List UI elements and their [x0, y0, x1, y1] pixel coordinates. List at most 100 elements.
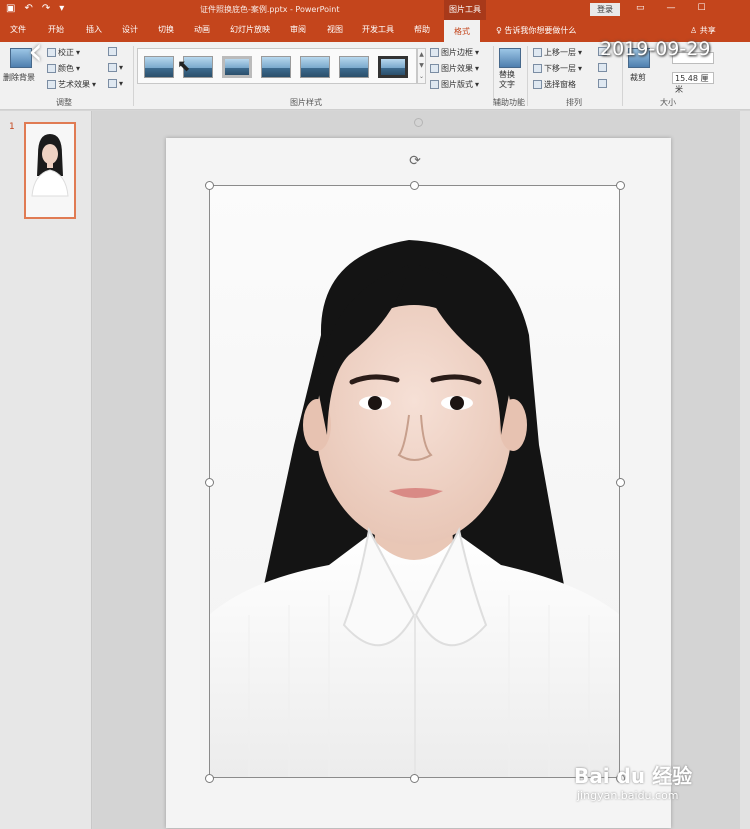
- resize-handle[interactable]: [205, 181, 214, 190]
- styles-group-label: 图片样式: [290, 98, 322, 107]
- style-thumb[interactable]: [261, 56, 291, 78]
- style-thumb[interactable]: [339, 56, 369, 78]
- tab-format[interactable]: 格式: [444, 20, 480, 42]
- tell-me-search[interactable]: ♀ 告诉我你想要做什么: [496, 25, 576, 36]
- style-thumb[interactable]: [144, 56, 174, 78]
- adjust-group-label: 调整: [56, 98, 72, 107]
- quick-access-toolbar: ▣ ↶ ↷ ▾: [6, 3, 64, 14]
- ribbon-display-icon[interactable]: ▭: [636, 3, 645, 13]
- undo-icon[interactable]: ↶: [24, 3, 32, 14]
- resize-handle[interactable]: [410, 774, 419, 783]
- send-backward-button[interactable]: 下移一层 ▾: [533, 63, 582, 74]
- gallery-scroll[interactable]: ▲ ▼ ⌄: [417, 48, 426, 84]
- slide-number: 1: [9, 122, 15, 132]
- rotate-glyph-icon: [598, 79, 607, 88]
- layout-icon: [430, 80, 439, 89]
- rotate-icon[interactable]: [598, 79, 607, 88]
- accessibility-group-label: 辅助功能: [493, 98, 525, 107]
- style-thumb[interactable]: [222, 56, 252, 78]
- selection-frame: [209, 185, 620, 778]
- separator: [133, 46, 134, 106]
- picture-effects-label: 图片效果: [441, 64, 473, 73]
- color-label: 颜色: [58, 64, 74, 73]
- tab-view[interactable]: 视图: [327, 24, 343, 35]
- corrections-label: 校正: [58, 48, 74, 57]
- tab-slideshow[interactable]: 幻灯片放映: [230, 24, 270, 35]
- corrections-button[interactable]: 校正 ▾: [47, 47, 80, 58]
- tab-animations[interactable]: 动画: [194, 24, 210, 35]
- size-group-label: 大小: [660, 98, 676, 107]
- artistic-label: 艺术效果: [58, 80, 90, 89]
- redo-icon[interactable]: ↷: [42, 3, 50, 14]
- tab-design[interactable]: 设计: [122, 24, 138, 35]
- crop-button[interactable]: 裁剪: [630, 72, 646, 83]
- watermark-sub: jingyan.baidu.com: [577, 789, 679, 802]
- picture-border-label: 图片边框: [441, 48, 473, 57]
- picture-layout-label: 图片版式: [441, 80, 473, 89]
- group-glyph-icon: [598, 63, 607, 72]
- slide-thumbnail[interactable]: [24, 122, 76, 219]
- remove-background-button[interactable]: 删除背景: [3, 72, 35, 83]
- style-thumb[interactable]: [378, 56, 408, 78]
- baidu-watermark: Bai du 经验 jingyan.baidu.com: [574, 760, 692, 802]
- rotate-handle-icon[interactable]: ⟳: [407, 153, 423, 169]
- tab-help[interactable]: 帮助: [414, 24, 430, 35]
- separator: [527, 46, 528, 106]
- bring-forward-button[interactable]: 上移一层 ▾: [533, 47, 582, 58]
- vertical-scrollbar[interactable]: [740, 111, 750, 829]
- share-button[interactable]: ♙ 共享: [690, 25, 716, 36]
- bring-forward-label: 上移一层: [544, 48, 576, 57]
- selection-pane-icon: [533, 80, 542, 89]
- selection-pane-label: 选择窗格: [544, 80, 576, 89]
- save-icon[interactable]: ▣: [6, 3, 15, 14]
- video-timestamp: 2019-09-29: [600, 38, 711, 60]
- title-bar: ▣ ↶ ↷ ▾ 证件照换底色-案例.pptx - PowerPoint 图片工具…: [0, 0, 750, 20]
- resize-handle[interactable]: [410, 181, 419, 190]
- tab-file[interactable]: 文件: [10, 24, 26, 35]
- change-picture-icon[interactable]: ▾: [108, 63, 123, 72]
- compress-icon[interactable]: [108, 47, 117, 56]
- border-icon: [430, 48, 439, 57]
- resize-handle[interactable]: [205, 774, 214, 783]
- reset-picture-icon[interactable]: ▾: [108, 79, 123, 88]
- slide-thumbnail-pane: 1: [0, 111, 92, 829]
- send-backward-label: 下移一层: [544, 64, 576, 73]
- picture-border-button[interactable]: 图片边框 ▾: [430, 47, 479, 58]
- arrange-group-label: 排列: [566, 98, 582, 107]
- effects-icon: [430, 64, 439, 73]
- color-button[interactable]: 颜色 ▾: [47, 63, 80, 74]
- picture-tools-label: 图片工具: [444, 0, 486, 20]
- send-backward-icon: [533, 64, 542, 73]
- group-icon[interactable]: [598, 63, 607, 72]
- mouse-cursor-icon: ⬉: [177, 56, 191, 75]
- maximize-icon[interactable]: ☐: [698, 3, 706, 13]
- share-label: 共享: [699, 26, 716, 35]
- customize-icon[interactable]: ▾: [59, 3, 64, 14]
- resize-handle[interactable]: [616, 478, 625, 487]
- watermark-main: Bai du 经验: [574, 764, 693, 788]
- bring-forward-icon: [533, 48, 542, 57]
- tab-transitions[interactable]: 切换: [158, 24, 174, 35]
- alt-text-icon[interactable]: [499, 48, 521, 68]
- minimize-icon[interactable]: —: [667, 3, 676, 13]
- resize-handle[interactable]: [205, 478, 214, 487]
- reset-glyph-icon: [108, 79, 117, 88]
- back-chevron-icon[interactable]: ‹: [28, 32, 50, 70]
- artistic-effects-button[interactable]: 艺术效果 ▾: [47, 79, 96, 90]
- style-thumb[interactable]: [300, 56, 330, 78]
- alt-text-button[interactable]: 替换文字: [499, 70, 521, 90]
- picture-layout-button[interactable]: 图片版式 ▾: [430, 79, 479, 90]
- tab-review[interactable]: 审阅: [290, 24, 306, 35]
- tab-home[interactable]: 开始: [48, 24, 64, 35]
- selection-pane-button[interactable]: 选择窗格: [533, 79, 576, 90]
- tab-developer[interactable]: 开发工具: [362, 24, 394, 35]
- login-button[interactable]: 登录: [590, 3, 620, 16]
- tab-insert[interactable]: 插入: [86, 24, 102, 35]
- slide-top-marker: [414, 118, 423, 127]
- width-input[interactable]: 15.48 厘米: [672, 72, 714, 94]
- picture-effects-button[interactable]: 图片效果 ▾: [430, 63, 479, 74]
- lightbulb-icon: ♀: [496, 26, 502, 35]
- resize-handle[interactable]: [616, 181, 625, 190]
- window-controls: ▭ — ☐: [636, 3, 706, 13]
- document-title: 证件照换底色-案例.pptx - PowerPoint: [200, 5, 340, 14]
